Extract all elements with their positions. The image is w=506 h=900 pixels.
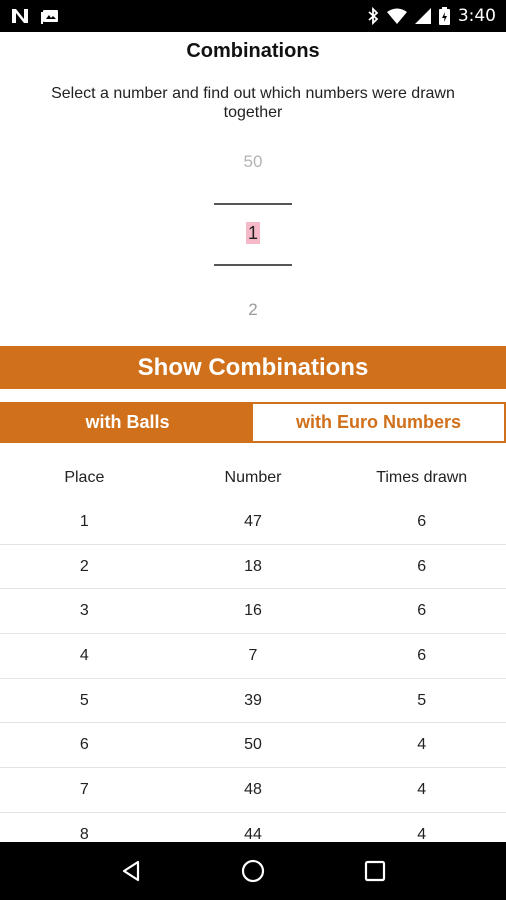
- cell-number: 18: [244, 557, 262, 575]
- picker-previous-value[interactable]: 50: [0, 152, 506, 172]
- page-title: Combinations: [186, 40, 320, 62]
- table-row: 4 7 6: [0, 634, 506, 679]
- battery-icon: [438, 7, 450, 25]
- cell-place: 6: [79, 736, 89, 754]
- table-row: 3 16 6: [0, 589, 506, 635]
- cell-times-drawn: 5: [417, 691, 427, 709]
- cell-number: 47: [244, 512, 262, 530]
- picker-current-value[interactable]: 1: [245, 222, 260, 244]
- cell-times-drawn: 6: [417, 557, 427, 575]
- cell-times-drawn: 6: [417, 602, 427, 620]
- bluetooth-icon: [367, 7, 379, 25]
- table-header: Place Number Times drawn: [0, 456, 506, 500]
- cell-place: 3: [79, 602, 89, 620]
- page-subtitle: Select a number and find out which numbe…: [51, 85, 455, 121]
- status-time: 3:40: [457, 6, 496, 26]
- cell-times-drawn: 6: [417, 512, 427, 530]
- toggle-with-euro-numbers[interactable]: with Euro Numbers: [253, 404, 504, 441]
- table-row: 7 48 4: [0, 768, 506, 813]
- cell-number: 50: [244, 736, 262, 754]
- header-times-drawn: Times drawn: [376, 469, 468, 486]
- back-icon[interactable]: [111, 851, 151, 891]
- cell-place: 7: [79, 780, 89, 798]
- n-notification-icon: [10, 7, 30, 25]
- table-row: 5 39 5: [0, 679, 506, 724]
- combinations-table: Place Number Times drawn 1 47 6 2 18 6 3…: [0, 456, 506, 858]
- photo-notification-icon: [40, 7, 60, 25]
- cell-place: 8: [79, 825, 89, 843]
- status-bar: 3:40: [0, 0, 506, 32]
- signal-icon: [414, 8, 431, 24]
- cell-number: 16: [244, 602, 262, 620]
- cell-place: 2: [79, 557, 89, 575]
- cell-number: 7: [248, 646, 258, 664]
- home-icon[interactable]: [233, 851, 273, 891]
- cell-number: 39: [244, 691, 262, 709]
- table-row: 2 18 6: [0, 545, 506, 590]
- header-number: Number: [224, 469, 282, 486]
- picker-next-value[interactable]: 2: [0, 300, 506, 320]
- cell-times-drawn: 4: [417, 825, 427, 843]
- cell-number: 48: [244, 780, 262, 798]
- show-combinations-button[interactable]: Show Combinations: [0, 346, 506, 389]
- picker-divider-bottom: [214, 264, 292, 266]
- wifi-icon: [386, 8, 407, 24]
- table-row: 6 50 4: [0, 723, 506, 769]
- number-picker[interactable]: 50 1 2: [0, 140, 506, 330]
- cell-place: 1: [79, 512, 89, 530]
- picker-divider-top: [214, 203, 292, 205]
- cell-place: 4: [79, 646, 89, 664]
- recents-icon[interactable]: [355, 851, 395, 891]
- navigation-bar: [0, 842, 506, 900]
- toggle-with-balls[interactable]: with Balls: [2, 404, 253, 441]
- combination-type-toggle: with Balls with Euro Numbers: [0, 402, 506, 443]
- cell-number: 44: [244, 825, 262, 843]
- cell-times-drawn: 6: [417, 646, 427, 664]
- header-place: Place: [64, 469, 105, 486]
- cell-place: 5: [79, 691, 89, 709]
- table-row: 1 47 6: [0, 500, 506, 545]
- cell-times-drawn: 4: [417, 780, 427, 798]
- cell-times-drawn: 4: [417, 736, 427, 754]
